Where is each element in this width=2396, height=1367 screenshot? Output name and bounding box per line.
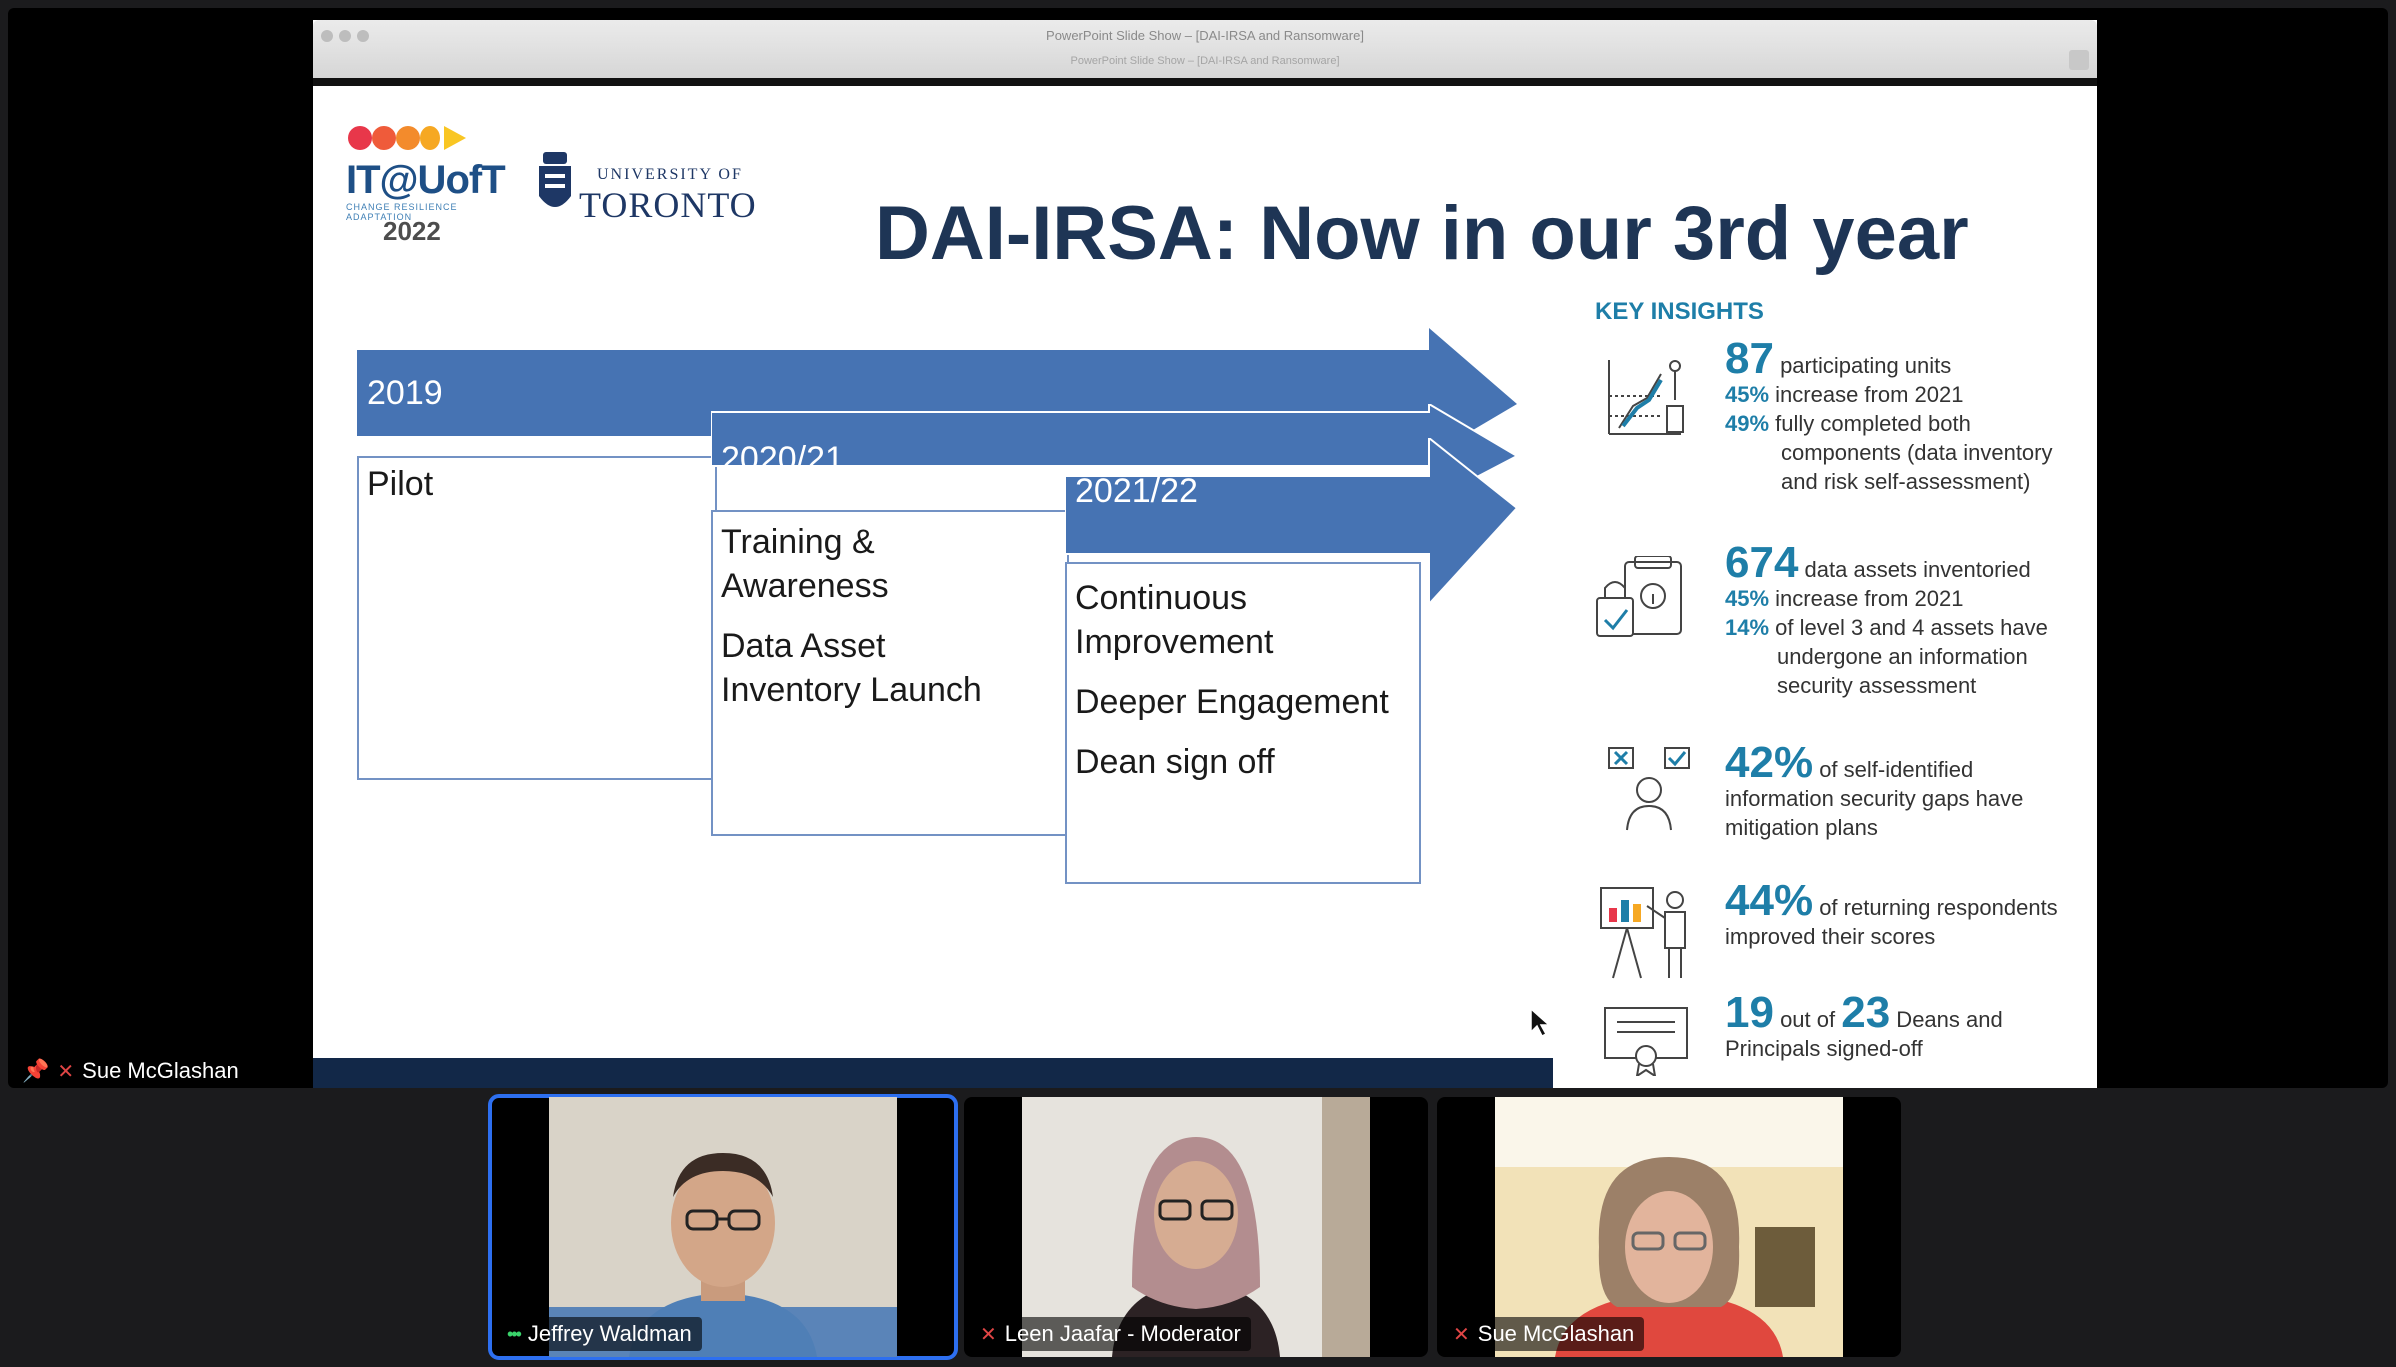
mic-muted-icon: ✕ — [57, 1060, 75, 1083]
window-title: PowerPoint Slide Show – [DAI-IRSA and Ra… — [1046, 28, 1364, 43]
slide: IT@UofT CHANGE RESILIENCE ADAPTATION 202… — [313, 86, 2097, 1088]
timeline-item-training: Training & Awareness — [721, 523, 889, 605]
timeline-year-2020-21: 2020/21 — [721, 440, 844, 478]
window-titlebar: PowerPoint Slide Show – [DAI-IRSA and Ra… — [313, 20, 2097, 78]
mouse-cursor-icon — [1530, 1008, 1550, 1038]
uoft-line2: TORONTO — [579, 185, 757, 225]
uoft-line1: UNIVERSITY OF — [597, 166, 743, 183]
timeline-item-dean-sign-off: Dean sign off — [1075, 743, 1275, 781]
person-choice-icon — [1608, 747, 1690, 831]
timeline-item-data-asset: Data Asset Inventory Launch — [721, 627, 982, 709]
timeline-item-pilot: Pilot — [367, 465, 434, 503]
stage-speaker-label: 📌 ✕ Sue McGlashan — [22, 1056, 239, 1086]
participant-label-leen: ✕ Leen Jaafar - Moderator — [970, 1317, 1251, 1351]
participant-label-sue: ✕ Sue McGlashan — [1443, 1317, 1645, 1351]
presentation-person-icon — [1600, 887, 1686, 979]
insight-units: 87 participating units 45% increase from… — [1725, 334, 2053, 495]
participant-name: Jeffrey Waldman — [527, 1321, 692, 1346]
window-control-button[interactable] — [2069, 50, 2089, 70]
growth-chart-icon — [1608, 360, 1684, 435]
data-asset-lock-icon — [1596, 556, 1682, 637]
certificate-icon — [1604, 1007, 1688, 1076]
slide-footer-bar — [313, 1058, 1553, 1088]
timeline-item-deeper-engagement: Deeper Engagement — [1075, 683, 1389, 721]
insight-assets: 674 data assets inventoried 45% increase… — [1725, 538, 2048, 699]
stage-speaker-name: Sue McGlashan — [82, 1058, 239, 1083]
key-insights-heading: KEY INSIGHTS — [1595, 298, 1764, 325]
it-uoft-year: 2022 — [383, 216, 441, 246]
participant-label-jeffrey: ••• Jeffrey Waldman — [497, 1317, 702, 1351]
timeline-year-2019: 2019 — [367, 374, 443, 412]
timeline-item-continuous-improvement: Continuous Improvement — [1075, 579, 1274, 661]
participant-tile-jeffrey[interactable]: ••• Jeffrey Waldman — [488, 1094, 958, 1360]
window-subtitle: PowerPoint Slide Show – [DAI-IRSA and Ra… — [1070, 55, 1340, 67]
mic-muted-icon: ✕ — [1453, 1323, 1470, 1346]
speaking-indicator-icon: ••• — [507, 1323, 522, 1344]
participant-tile-leen[interactable]: ✕ Leen Jaafar - Moderator — [964, 1097, 1428, 1357]
insight-deans: 19 out of 23 Deans and Principals signed… — [1725, 988, 2003, 1062]
it-uoft-logo: IT@UofT — [346, 158, 506, 202]
uoft-crest-icon — [539, 152, 571, 207]
timeline-year-2021-22: 2021/22 — [1075, 472, 1198, 510]
participant-tile-sue[interactable]: ✕ Sue McGlashan — [1437, 1097, 1901, 1357]
mic-muted-icon: ✕ — [980, 1323, 997, 1346]
insight-scores: 44% of returning respondents improved th… — [1725, 876, 2058, 950]
slide-title: DAI-IRSA: Now in our 3rd year — [875, 191, 1969, 276]
shared-screen-stage: PowerPoint Slide Show – [DAI-IRSA and Ra… — [8, 8, 2388, 1088]
pin-icon[interactable]: 📌 — [22, 1058, 49, 1084]
presentation-window: PowerPoint Slide Show – [DAI-IRSA and Ra… — [313, 20, 2097, 1088]
participant-name: Sue McGlashan — [1477, 1321, 1635, 1346]
participant-name: Leen Jaafar - Moderator — [1004, 1321, 1241, 1346]
titlebar-divider — [313, 78, 2097, 86]
insight-gaps: 42% of self-identified information secur… — [1725, 738, 2024, 841]
